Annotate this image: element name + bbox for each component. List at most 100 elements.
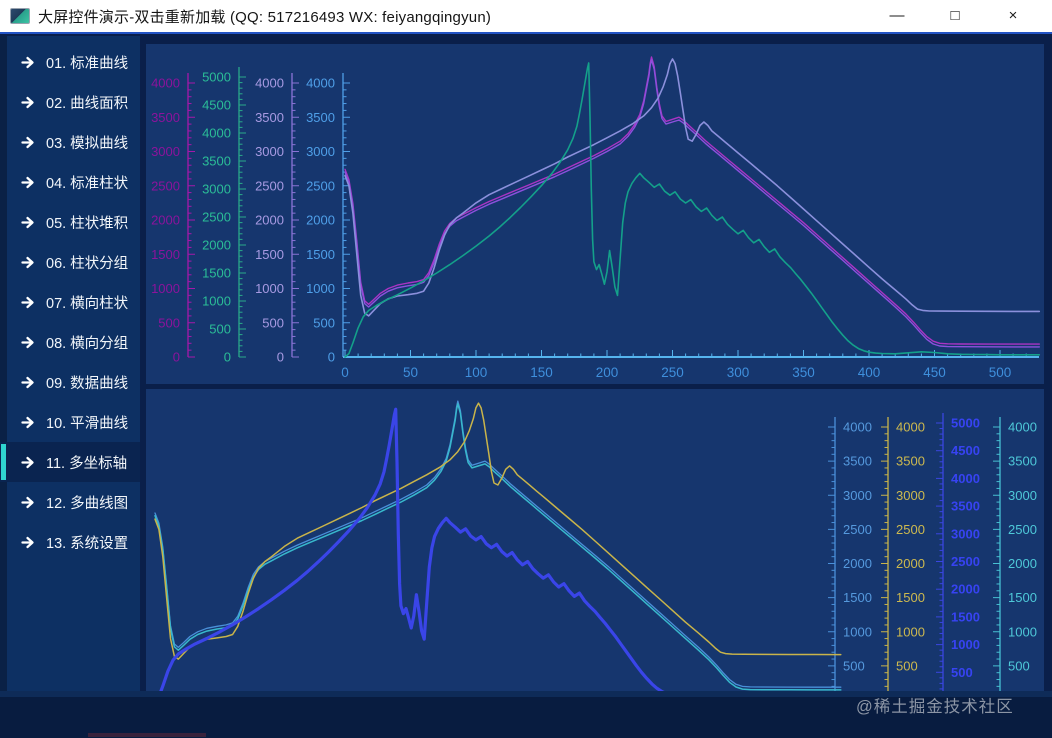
svg-text:1000: 1000	[951, 637, 980, 652]
svg-text:1500: 1500	[951, 609, 980, 624]
svg-text:2000: 2000	[202, 238, 231, 253]
curve-purple	[344, 58, 1040, 348]
svg-text:4000: 4000	[202, 126, 231, 141]
arrow-icon	[21, 496, 34, 508]
svg-text:3500: 3500	[843, 454, 872, 469]
sidebar: 01. 标准曲线 02. 曲线面积 03. 模拟曲线 04. 标准柱状 05. 柱状堆积…	[0, 36, 140, 691]
svg-text:3000: 3000	[306, 144, 335, 159]
svg-text:4000: 4000	[1008, 420, 1037, 435]
sidebar-item-13[interactable]: 13. 系统设置	[0, 522, 140, 562]
sidebar-item-01[interactable]: 01. 标准曲线	[0, 42, 140, 82]
svg-text:2000: 2000	[151, 213, 180, 228]
sidebar-item-label: 12. 多曲线图	[46, 495, 129, 512]
minimize-button[interactable]: —	[868, 0, 926, 32]
svg-text:3000: 3000	[1008, 488, 1037, 503]
arrow-icon	[21, 256, 34, 268]
svg-text:1500: 1500	[843, 590, 872, 605]
svg-text:1000: 1000	[255, 281, 284, 296]
arrow-icon	[21, 536, 34, 548]
sidebar-item-label: 02. 曲线面积	[46, 95, 129, 112]
svg-text:2000: 2000	[255, 213, 284, 228]
svg-text:3000: 3000	[896, 488, 925, 503]
svg-text:400: 400	[858, 365, 881, 380]
arrow-icon	[21, 336, 34, 348]
curve-royalblue	[153, 407, 843, 702]
svg-text:4000: 4000	[951, 471, 980, 486]
svg-text:2500: 2500	[896, 522, 925, 537]
window-controls: — □ ×	[868, 0, 1042, 32]
svg-text:2000: 2000	[843, 556, 872, 571]
svg-text:1500: 1500	[202, 266, 231, 281]
curve-teal	[344, 62, 1041, 358]
svg-text:3500: 3500	[951, 499, 980, 514]
svg-text:350: 350	[792, 365, 815, 380]
svg-text:1000: 1000	[843, 624, 872, 639]
arrow-icon	[21, 376, 34, 388]
svg-text:3500: 3500	[306, 110, 335, 125]
close-button[interactable]: ×	[984, 0, 1042, 32]
svg-text:500: 500	[989, 365, 1012, 380]
sidebar-item-label: 01. 标准曲线	[46, 55, 129, 72]
sidebar-item-label: 05. 柱状堆积	[46, 215, 129, 232]
svg-text:3500: 3500	[255, 110, 284, 125]
svg-text:500: 500	[896, 658, 918, 673]
svg-text:450: 450	[923, 365, 946, 380]
arrow-icon	[21, 96, 34, 108]
sidebar-item-label: 08. 横向分组	[46, 335, 129, 352]
sidebar-item-02[interactable]: 02. 曲线面积	[0, 82, 140, 122]
svg-text:100: 100	[465, 365, 488, 380]
sidebar-item-label: 09. 数据曲线	[46, 375, 129, 392]
bottom-chart-panel[interactable]: 0500100015002000250030003500400005001000…	[146, 389, 1044, 727]
sidebar-item-12[interactable]: 12. 多曲线图	[0, 482, 140, 522]
sidebar-item-label: 06. 柱状分组	[46, 255, 129, 272]
svg-text:4000: 4000	[306, 76, 335, 91]
svg-text:0: 0	[341, 365, 349, 380]
svg-text:1500: 1500	[896, 590, 925, 605]
sidebar-item-label: 04. 标准柱状	[46, 175, 129, 192]
svg-text:1000: 1000	[1008, 624, 1037, 639]
svg-text:500: 500	[158, 315, 180, 330]
svg-text:2000: 2000	[896, 556, 925, 571]
sidebar-item-04[interactable]: 04. 标准柱状	[0, 162, 140, 202]
svg-text:5000: 5000	[202, 70, 231, 85]
svg-text:3500: 3500	[151, 110, 180, 125]
svg-text:0: 0	[328, 350, 335, 365]
sidebar-item-06[interactable]: 06. 柱状分组	[0, 242, 140, 282]
svg-text:3500: 3500	[1008, 454, 1037, 469]
title-bar[interactable]: 大屏控件演示-双击重新加载 (QQ: 517216493 WX: feiyang…	[0, 0, 1052, 34]
svg-text:50: 50	[403, 365, 418, 380]
sidebar-item-09[interactable]: 09. 数据曲线	[0, 362, 140, 402]
sidebar-item-08[interactable]: 08. 横向分组	[0, 322, 140, 362]
sidebar-item-10[interactable]: 10. 平滑曲线	[0, 402, 140, 442]
sidebar-item-03[interactable]: 03. 模拟曲线	[0, 122, 140, 162]
svg-text:0: 0	[173, 350, 180, 365]
sidebar-item-label: 03. 模拟曲线	[46, 135, 129, 152]
window-bottom-edge	[0, 697, 1052, 738]
svg-text:3000: 3000	[202, 182, 231, 197]
maximize-button[interactable]: □	[926, 0, 984, 32]
svg-text:2500: 2500	[151, 178, 180, 193]
top-chart-panel[interactable]: 0 500 1000 1500 2000 2500 3000 3500 4000 0 500 1000…	[146, 44, 1044, 384]
svg-text:2000: 2000	[306, 213, 335, 228]
svg-text:2000: 2000	[951, 582, 980, 597]
svg-text:0: 0	[224, 350, 231, 365]
svg-text:2500: 2500	[255, 178, 284, 193]
svg-text:0: 0	[277, 350, 284, 365]
svg-text:500: 500	[313, 315, 335, 330]
arrow-icon	[21, 136, 34, 148]
svg-text:1500: 1500	[306, 247, 335, 262]
svg-text:1000: 1000	[896, 624, 925, 639]
svg-text:1000: 1000	[151, 281, 180, 296]
svg-text:500: 500	[951, 665, 973, 680]
svg-text:1500: 1500	[1008, 590, 1037, 605]
svg-text:500: 500	[262, 315, 284, 330]
sidebar-item-05[interactable]: 05. 柱状堆积	[0, 202, 140, 242]
svg-text:1500: 1500	[151, 247, 180, 262]
top-chart-svg: 0500100015002000250030003500400005001000…	[151, 56, 1041, 380]
svg-text:3000: 3000	[951, 526, 980, 541]
sidebar-item-11[interactable]: 11. 多坐标轴	[0, 442, 140, 482]
svg-text:3500: 3500	[202, 154, 231, 169]
sidebar-item-label: 07. 横向柱状	[46, 295, 129, 312]
arrow-icon	[21, 296, 34, 308]
sidebar-item-07[interactable]: 07. 横向柱状	[0, 282, 140, 322]
